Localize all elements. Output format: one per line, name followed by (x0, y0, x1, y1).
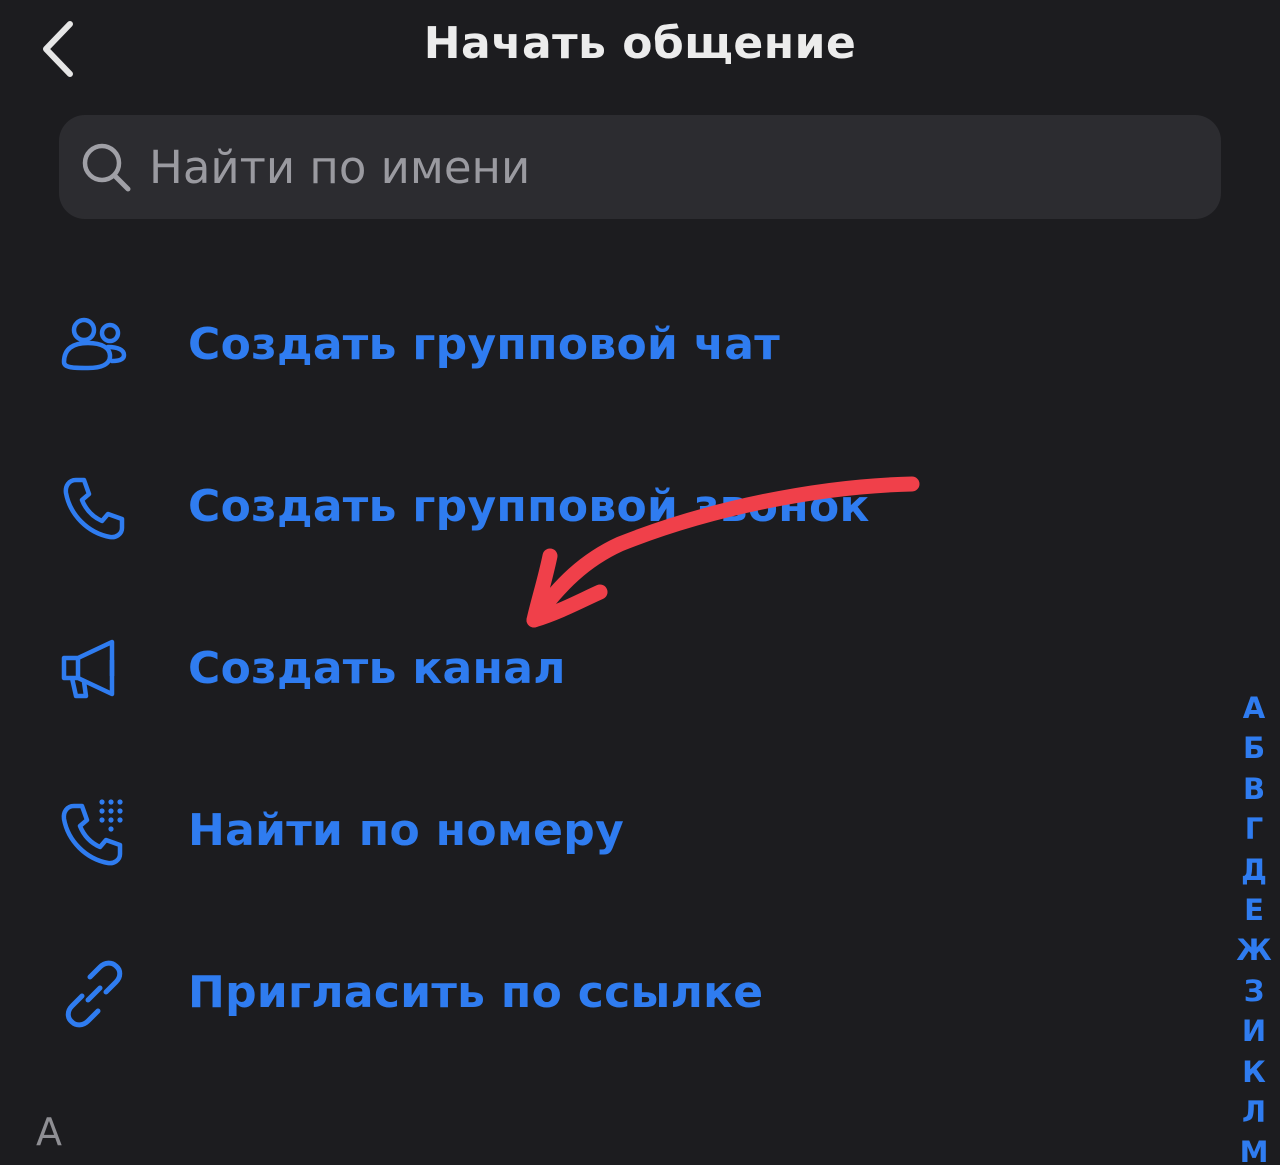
search-input[interactable] (149, 115, 1199, 219)
create-group-chat-button[interactable]: Создать групповой чат (0, 265, 1220, 427)
alphabet-index-letter[interactable]: М (1240, 1132, 1269, 1165)
dialpad-phone-icon (61, 799, 123, 866)
start-conversation-screen: Начать общение Создать групповой чат Соз… (0, 0, 1280, 1165)
alphabet-index-letter[interactable]: В (1243, 769, 1265, 809)
phone-icon (63, 477, 125, 540)
alphabet-index-letter[interactable]: Е (1244, 890, 1264, 930)
alphabet-index[interactable]: А Б В Г Д Е Ж З И К Л М (1236, 688, 1272, 1165)
link-icon (65, 960, 123, 1028)
alphabet-index-letter[interactable]: З (1244, 971, 1265, 1011)
alphabet-index-letter[interactable]: К (1242, 1052, 1266, 1092)
action-label: Найти по номеру (188, 805, 625, 856)
alphabet-index-letter[interactable]: Г (1245, 809, 1263, 849)
search-icon (82, 143, 131, 192)
alphabet-index-letter[interactable]: Ж (1236, 930, 1272, 970)
alphabet-index-letter[interactable]: И (1242, 1011, 1266, 1051)
find-by-number-button[interactable]: Найти по номеру (0, 751, 1220, 913)
invite-by-link-button[interactable]: Пригласить по ссылке (0, 913, 1220, 1075)
search-bar[interactable] (59, 115, 1221, 219)
alphabet-index-letter[interactable]: Б (1243, 728, 1265, 768)
action-label: Создать групповой звонок (188, 481, 870, 532)
contacts-section-header: А (36, 1110, 62, 1154)
action-label: Создать групповой чат (188, 319, 781, 370)
page-title: Начать общение (423, 18, 857, 69)
group-icon (61, 317, 127, 371)
action-label: Создать канал (188, 643, 566, 694)
action-label: Пригласить по ссылке (188, 967, 764, 1018)
megaphone-icon (61, 639, 115, 699)
create-group-call-button[interactable]: Создать групповой звонок (0, 427, 1220, 589)
alphabet-index-letter[interactable]: Л (1242, 1092, 1266, 1132)
alphabet-index-letter[interactable]: А (1243, 688, 1265, 728)
create-channel-button[interactable]: Создать канал (0, 589, 1220, 751)
alphabet-index-letter[interactable]: Д (1241, 850, 1267, 890)
